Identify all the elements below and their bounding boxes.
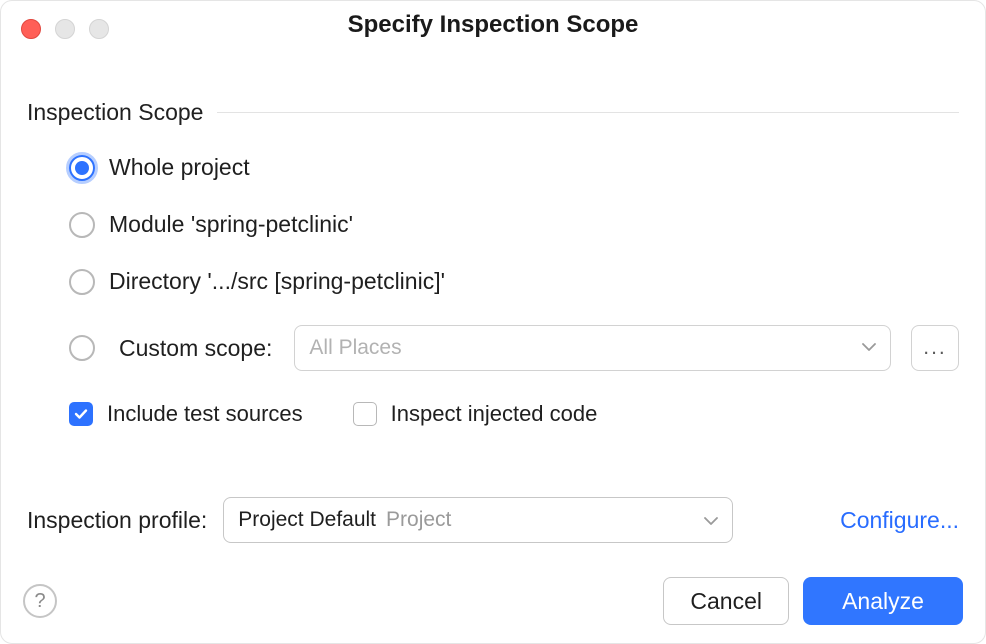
- scope-option-directory[interactable]: Directory '.../src [spring-petclinic]': [69, 268, 959, 295]
- radio-label: Whole project: [109, 154, 250, 181]
- dialog-title: Specify Inspection Scope: [348, 11, 639, 39]
- close-window-button[interactable]: [21, 19, 41, 39]
- scope-option-whole[interactable]: Whole project: [69, 154, 959, 181]
- profile-value: Project Default: [238, 508, 376, 532]
- minimize-window-button[interactable]: [55, 19, 75, 39]
- radio-icon: [69, 212, 95, 238]
- radio-label: Custom scope:: [119, 335, 272, 362]
- inspection-profile-row: Inspection profile: Project Default Proj…: [27, 497, 959, 543]
- configure-link[interactable]: Configure...: [840, 507, 959, 534]
- title-bar: Specify Inspection Scope: [1, 1, 985, 49]
- dialog-content: Inspection Scope Whole project Module 's…: [1, 49, 985, 543]
- scope-option-custom[interactable]: Custom scope: All Places ...: [69, 325, 959, 371]
- inspect-injected-label: Inspect injected code: [391, 401, 598, 427]
- radio-label: Module 'spring-petclinic': [109, 211, 353, 238]
- help-icon: ?: [34, 590, 45, 613]
- window-controls: [21, 19, 109, 39]
- chevron-down-icon: [704, 508, 718, 532]
- options-row: Include test sources Inspect injected co…: [69, 401, 959, 427]
- inspection-profile-label: Inspection profile:: [27, 507, 207, 534]
- profile-suffix: Project: [386, 508, 451, 532]
- scope-option-module[interactable]: Module 'spring-petclinic': [69, 211, 959, 238]
- scope-radio-group: Whole project Module 'spring-petclinic' …: [27, 154, 959, 427]
- inspection-profile-select[interactable]: Project Default Project: [223, 497, 733, 543]
- radio-icon: [69, 155, 95, 181]
- cancel-button[interactable]: Cancel: [663, 577, 789, 625]
- analyze-label: Analyze: [842, 588, 924, 615]
- section-rule: [217, 112, 959, 113]
- include-tests-label: Include test sources: [107, 401, 303, 427]
- radio-icon: [69, 335, 95, 361]
- inspect-injected-checkbox[interactable]: [353, 402, 377, 426]
- radio-label: Directory '.../src [spring-petclinic]': [109, 268, 445, 295]
- ellipsis-icon: ...: [923, 336, 947, 360]
- dialog-footer: ? Cancel Analyze: [1, 577, 985, 625]
- custom-scope-browse-button[interactable]: ...: [911, 325, 959, 371]
- select-value: All Places: [309, 336, 401, 360]
- section-header: Inspection Scope: [27, 99, 959, 126]
- cancel-label: Cancel: [690, 588, 762, 615]
- include-tests-checkbox[interactable]: [69, 402, 93, 426]
- section-label: Inspection Scope: [27, 99, 203, 126]
- analyze-button[interactable]: Analyze: [803, 577, 963, 625]
- radio-icon: [69, 269, 95, 295]
- chevron-down-icon: [862, 339, 876, 357]
- maximize-window-button[interactable]: [89, 19, 109, 39]
- custom-scope-select[interactable]: All Places: [294, 325, 891, 371]
- help-button[interactable]: ?: [23, 584, 57, 618]
